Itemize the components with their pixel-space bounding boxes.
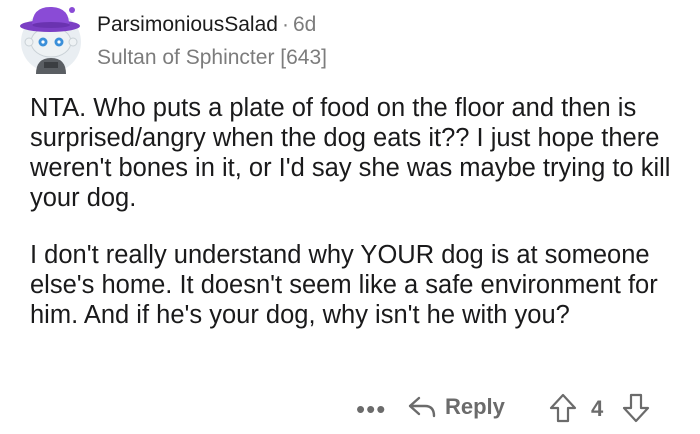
more-options-button[interactable]: •••: [356, 394, 386, 425]
comment-actions: ••• Reply 4: [0, 392, 700, 428]
snoo-avatar-icon: [20, 6, 81, 74]
user-flair: Sultan of Sphincter [643]: [97, 46, 327, 69]
comment-meta: ParsimoniousSalad · 6d: [97, 13, 316, 37]
comment-paragraph: NTA. Who puts a plate of food on the flo…: [30, 94, 671, 212]
reply-arrow-icon: [408, 396, 436, 418]
upvote-arrow-icon[interactable]: [548, 392, 578, 424]
username-link[interactable]: ParsimoniousSalad: [97, 13, 278, 36]
reply-label: Reply: [445, 394, 505, 419]
reply-button[interactable]: Reply: [407, 394, 505, 420]
vote-score: 4: [591, 396, 604, 421]
downvote-arrow-icon[interactable]: [621, 392, 651, 424]
comment-paragraph: I don't really understand why YOUR dog i…: [30, 241, 658, 329]
user-avatar[interactable]: [14, 2, 86, 76]
meta-separator: ·: [281, 13, 289, 36]
comment-age: 6d: [292, 13, 317, 36]
comment-body: NTA. Who puts a plate of food on the flo…: [30, 93, 680, 357]
